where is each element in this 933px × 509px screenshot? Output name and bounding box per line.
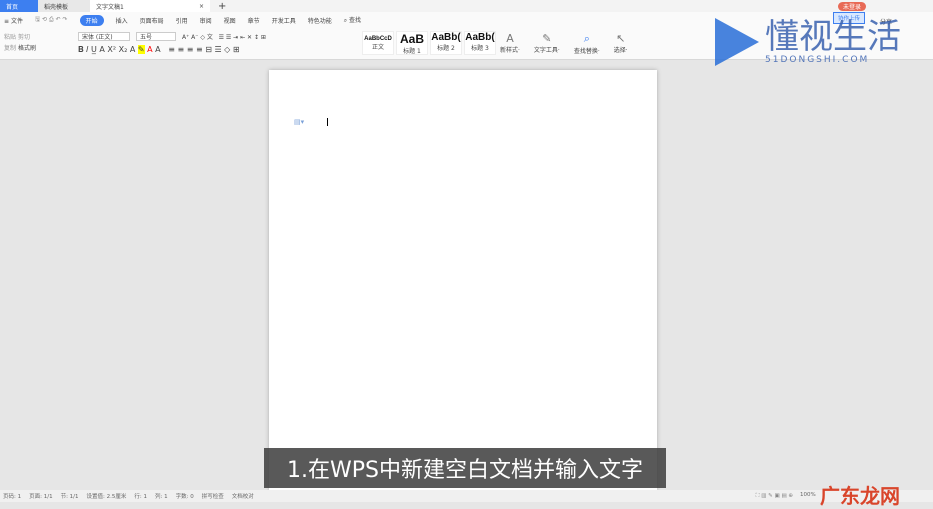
paste-options-icon[interactable]: ▤▾ <box>294 118 304 126</box>
format-icons[interactable]: 𝐁 𝐼 U̲ A X² X₂ A ✎ A A ≡ ≡ ≡ ≡ ⊟ ☰ ◇ ⊞ <box>78 45 240 55</box>
find-replace-button[interactable]: ⌕ 查找替换· <box>574 32 600 55</box>
style-heading-2[interactable]: AaBb( 标题 2 <box>430 31 462 55</box>
menu-file-label: 文件 <box>10 17 23 25</box>
font-size-icons[interactable]: A⁺ A⁻ ◇ 文 ☰ ☰ ⇥ ⇤ ✕ ↕ ⊞ <box>182 32 266 41</box>
search-icon: ⌕ <box>583 32 590 45</box>
status-bar: 页码: 1 页面: 1/1 节: 1/1 设置值: 2.5厘米 行: 1 列: … <box>0 490 933 502</box>
view-mode-icons[interactable]: ⛶ ▥ ✎ ▣ ▤ ⊕ <box>756 493 793 500</box>
select-button[interactable]: ↖ 选择· <box>614 32 628 55</box>
spell-check-button[interactable]: 拼写检查 <box>202 492 224 500</box>
style-gallery: AaBbCcD 正文 AaB 标题 1 AaBb( 标题 2 AaBb( 标题 3 <box>362 31 496 55</box>
new-tab-icon[interactable]: + <box>218 1 226 12</box>
watermark-logo: 懂视生活 51DONGSHI.COM <box>715 18 901 66</box>
play-logo-icon <box>715 18 759 66</box>
new-style-icon: A <box>506 32 514 45</box>
close-icon[interactable]: × <box>199 3 204 10</box>
zoom-level[interactable]: 100% <box>800 492 816 498</box>
style-normal[interactable]: AaBbCcD 正文 <box>362 31 394 55</box>
format-painter-button[interactable]: 格式刷 <box>18 45 36 52</box>
style-label: 标题 3 <box>471 45 489 52</box>
select-label: 选择· <box>613 47 628 54</box>
text-tools-button[interactable]: ✎ 文字工具· <box>534 32 560 55</box>
style-preview: AaBb( <box>431 32 461 43</box>
menu-file[interactable]: ≡ 文件 <box>4 16 23 25</box>
wrench-icon: ✎ <box>542 32 552 45</box>
style-preview: AaBb( <box>465 32 495 43</box>
menu-developer[interactable]: 开发工具 <box>272 16 296 25</box>
cursor-icon: ↖ <box>616 32 626 45</box>
new-style-label: 新样式· <box>500 47 520 54</box>
menu-search-label: 查找 <box>349 17 362 24</box>
tools-group: A 新样式· ✎ 文字工具· ⌕ 查找替换· ↖ 选择· <box>500 32 628 55</box>
clipboard-group: 粘贴 剪切 复制 格式刷 <box>4 32 36 54</box>
menu-features[interactable]: 特色功能 <box>308 16 332 25</box>
style-heading-1[interactable]: AaB 标题 1 <box>396 31 428 55</box>
status-wordcount: 字数: 0 <box>175 494 194 500</box>
menu-references[interactable]: 引用 <box>176 16 188 25</box>
watermark-title: 懂视生活 <box>765 17 901 57</box>
status-pages: 页面: 1/1 <box>29 494 53 500</box>
style-label: 标题 2 <box>437 45 455 52</box>
font-family-select[interactable]: 宋体 (正文) <box>78 32 130 41</box>
menu-review[interactable]: 审阅 <box>200 16 212 25</box>
tab-document-label: 文字文稿1 <box>96 3 124 11</box>
tab-bar: 首页 稻壳模板 文字文稿1 × + <box>0 0 933 12</box>
tab-docer[interactable]: 稻壳模板 <box>38 0 90 12</box>
style-preview: AaBbCcD <box>364 36 392 42</box>
document-page[interactable]: ▤▾ <box>269 70 657 490</box>
proofread-button[interactable]: 文档校对 <box>232 492 254 500</box>
style-label: 正文 <box>371 44 384 51</box>
style-preview: AaB <box>399 32 424 46</box>
text-tools-label: 文字工具· <box>533 47 560 54</box>
new-style-button[interactable]: A 新样式· <box>500 32 520 55</box>
font-size-select[interactable]: 五号 <box>136 32 176 41</box>
corner-watermark: 广东龙网 <box>820 484 900 508</box>
quick-access-icons[interactable]: 🖫 ⟲ ⎙ ↶ ↷ <box>35 15 68 25</box>
status-page: 页码: 1 <box>3 494 22 500</box>
tab-document[interactable]: 文字文稿1 × <box>90 0 210 12</box>
status-col: 列: 1 <box>154 494 168 500</box>
find-replace-label: 查找替换· <box>573 48 600 55</box>
status-row: 行: 1 <box>134 494 147 500</box>
login-button[interactable]: 未登录 <box>838 2 867 11</box>
copy-button[interactable]: 复制 <box>4 45 16 52</box>
menu-search[interactable]: ⌕ 查找 <box>344 15 361 25</box>
menu-insert[interactable]: 插入 <box>116 16 128 25</box>
status-setting: 设置值: 2.5厘米 <box>86 494 127 500</box>
status-section: 节: 1/1 <box>60 494 79 500</box>
paste-button[interactable]: 粘贴 <box>4 34 16 41</box>
caption: 1.在WPS中新建空白文档并输入文字 <box>264 448 666 488</box>
tab-home[interactable]: 首页 <box>0 0 38 12</box>
text-cursor <box>327 118 328 126</box>
cut-button[interactable]: 剪切 <box>18 34 30 41</box>
style-heading-3[interactable]: AaBb( 标题 3 <box>464 31 496 55</box>
menu-section[interactable]: 章节 <box>248 16 260 25</box>
style-label: 标题 1 <box>403 48 421 55</box>
menu-start[interactable]: 开始 <box>79 14 104 26</box>
menu-view[interactable]: 视图 <box>224 16 236 25</box>
menu-layout[interactable]: 页面布局 <box>140 16 164 25</box>
